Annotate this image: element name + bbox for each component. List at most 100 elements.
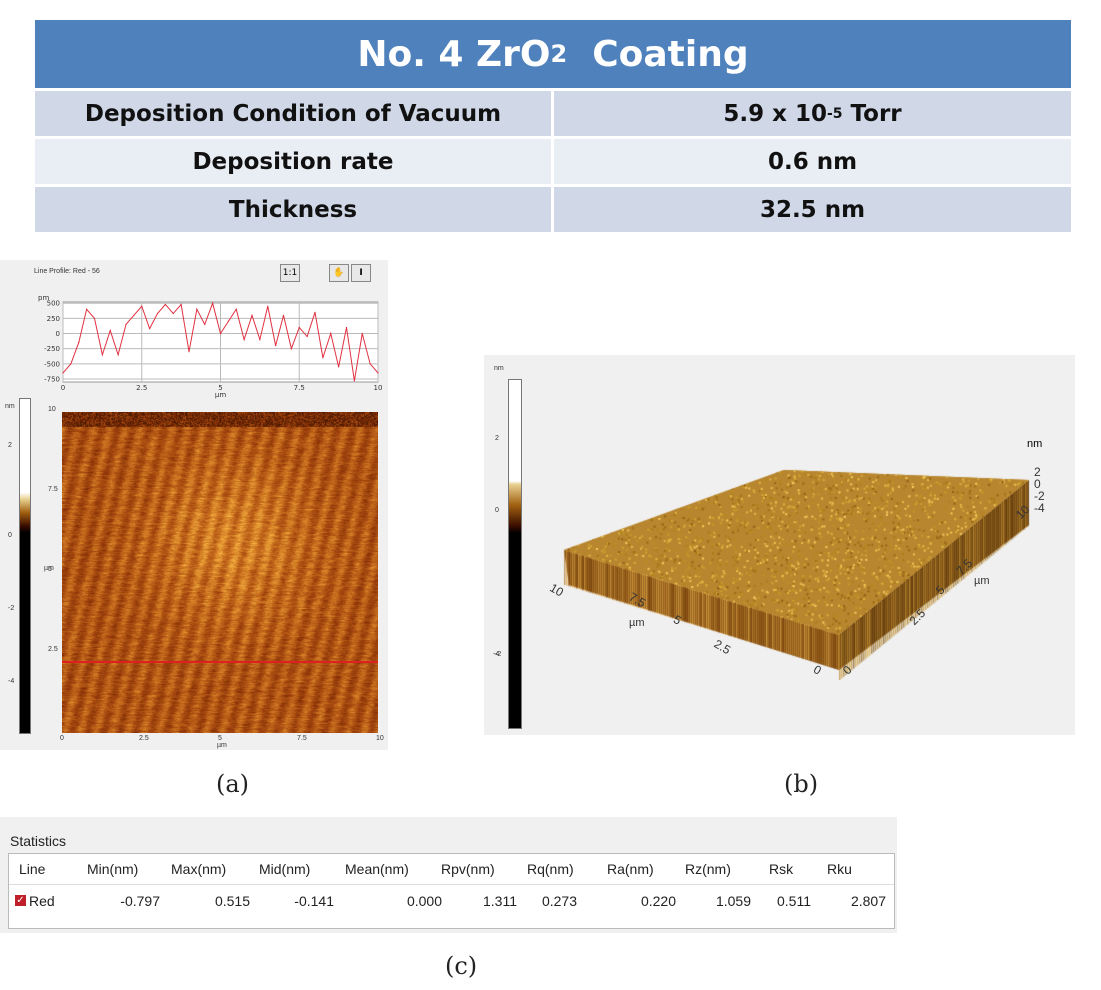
profile-point [251, 314, 253, 316]
profile-point [93, 317, 96, 319]
image-x-tick-label: 7.5 [297, 735, 307, 742]
profile-point [275, 345, 277, 347]
colorbar-tick-label: -2 [8, 605, 15, 612]
profile-point [282, 314, 285, 316]
profile-point [243, 338, 245, 341]
hand-pan-icon[interactable]: ✋ [329, 264, 349, 282]
column-header: Min(nm) [87, 861, 139, 877]
y-tick-label: -750 [44, 375, 60, 383]
colorbar-tick-label: 0 [8, 532, 12, 539]
cell-value: 0.000 [406, 893, 442, 909]
image-x-tick-label: 10 [376, 735, 384, 742]
table-row: Deposition rate 0.6 nm [35, 139, 1071, 187]
colorbar-tick-label: -4 [493, 651, 500, 658]
colorbar-tick-label: 2 [8, 442, 12, 449]
line-profile-chart: 0 2.5 5 7.5 105002500-250-500-750pmµm [38, 294, 383, 399]
profile-point [149, 328, 151, 330]
profile-point [180, 303, 182, 306]
column-header: Rq(nm) [527, 861, 574, 877]
table-title: No. 4 ZrO 2 Coating [35, 20, 1071, 91]
image-y-tick-label: 10 [48, 406, 56, 413]
cell-value: 0.220 [640, 893, 676, 909]
column-header: Rz(nm) [685, 861, 731, 877]
colorbar [508, 379, 522, 729]
profile-point [117, 354, 119, 356]
profile-point [377, 372, 379, 374]
y-axis-label: pm [38, 294, 49, 302]
x-tick-label: 7.5 [294, 384, 305, 392]
panel-a-afm-2d: Line Profile: Red - 56 1:1 ✋ I 0 2.5 5 7.5 1… [0, 260, 388, 750]
column-header: Max(nm) [171, 861, 227, 877]
colorbar-tick-label: 2 [495, 435, 499, 442]
profile-title: Line Profile: Red - 56 [34, 268, 100, 275]
column-header: Rpv(nm) [441, 861, 495, 877]
x-tick-label: 10 [374, 384, 383, 392]
caption-a: (a) [216, 770, 250, 798]
column-header: Mean(nm) [345, 861, 409, 877]
profile-point [141, 305, 143, 307]
cell-value: -0.141 [294, 893, 334, 909]
profile-point [353, 380, 355, 382]
colorbar-tick-label: 0 [495, 507, 499, 514]
profile-point [227, 320, 229, 322]
profile-point [86, 308, 88, 310]
table-row[interactable]: ✓ Red -0.797 0.515 -0.141 0.000 1.311 0.273 0.22… [9, 886, 894, 916]
image-x-tick-label: 5 [218, 735, 222, 742]
x-axis-label: µm [629, 617, 645, 629]
profile-point [306, 335, 308, 338]
y-axis-label: µm [974, 575, 990, 587]
profile-point [125, 323, 127, 326]
z-tick-label: -4 [1034, 501, 1045, 515]
cursor-i-beam-icon[interactable]: I [351, 264, 371, 282]
column-header: Mid(nm) [259, 861, 311, 877]
cell-value: -0.797 [120, 893, 160, 909]
colorbar [19, 398, 31, 734]
statistics-panel: Statistics Line Min(nm) Max(nm) Mid(nm) Mean… [0, 817, 897, 933]
cell-value: 0.515 [214, 893, 250, 909]
image-x-tick-label: 2.5 [139, 735, 149, 742]
line-visible-checkbox[interactable]: ✓ [15, 895, 26, 906]
profile-point [204, 323, 206, 326]
caption-b: (b) [784, 770, 819, 798]
profile-point [188, 351, 190, 353]
profile-point [70, 363, 72, 365]
cell-value: 0.511 [777, 893, 811, 909]
cell-value: Red [29, 893, 55, 909]
image-x-tick-label: 0 [60, 735, 64, 742]
y-tick-label: -250 [44, 345, 60, 353]
profile-point [322, 357, 324, 359]
table-row: Thickness 32.5 nm [35, 187, 1071, 235]
deposition-table: No. 4 ZrO 2 Coating Deposition Condition … [35, 20, 1071, 235]
y-tick-label: 0 [56, 330, 60, 338]
profile-point [62, 372, 64, 374]
profile-point [235, 308, 237, 310]
profile-point [109, 329, 111, 332]
one-to-one-icon[interactable]: 1:1 [280, 264, 300, 282]
table-row: Deposition Condition of Vacuum 5.9 x 10 -5… [35, 91, 1071, 139]
profile-point [314, 311, 316, 313]
panel-b-afm-3d: nm nm 20-2-2-420-2-402.557.51002.557.510… [484, 355, 1075, 735]
profile-point [298, 326, 300, 329]
cell-value: 1.059 [715, 893, 751, 909]
profile-point [196, 308, 198, 310]
profile-point [164, 303, 166, 306]
statistics-table: Line Min(nm) Max(nm) Mid(nm) Mean(nm) Rpv(nm)… [8, 853, 895, 929]
profile-line-marker[interactable] [62, 661, 378, 663]
profile-point [101, 354, 103, 356]
image-y-tick-label: 2.5 [48, 646, 58, 653]
table-header: Line Min(nm) Max(nm) Mid(nm) Mean(nm) Rpv(nm)… [9, 854, 894, 885]
profile-point [361, 332, 363, 335]
profile-point [133, 314, 135, 316]
image-y-axis-label: µm [44, 565, 54, 572]
x-tick-label: 2.5 [136, 384, 147, 392]
profile-point [259, 338, 261, 341]
image-x-axis-label: µm [217, 742, 227, 749]
column-header: Rku [827, 861, 852, 877]
profile-point [338, 366, 340, 368]
profile-point [369, 363, 371, 365]
column-header: Ra(nm) [607, 861, 654, 877]
profile-point [267, 305, 269, 307]
afm-height-image [62, 412, 378, 733]
column-header: Line [19, 861, 46, 877]
y-tick-label: -500 [44, 360, 60, 368]
